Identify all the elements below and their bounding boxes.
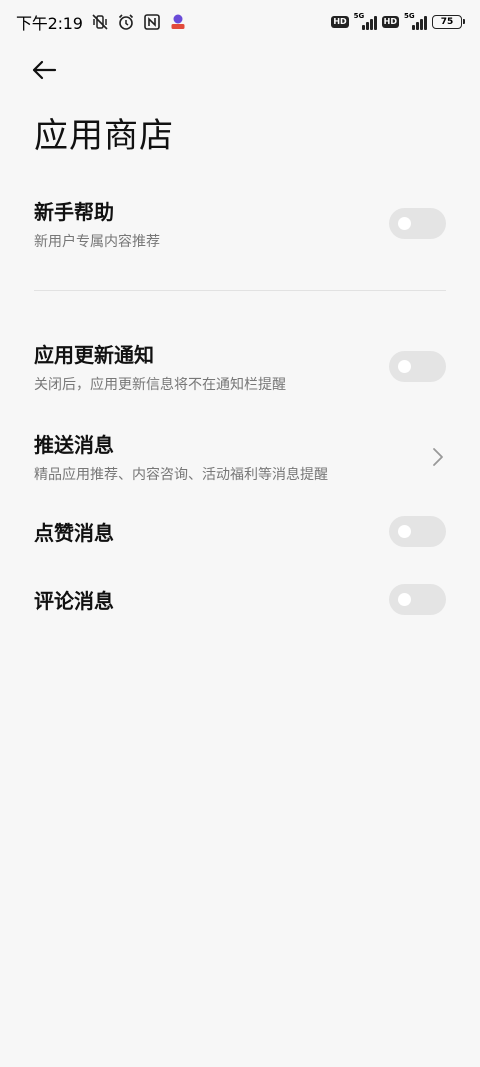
back-button[interactable] xyxy=(28,54,60,86)
status-bar-left: 下午2:19 xyxy=(16,10,187,34)
comment-messages-toggle[interactable] xyxy=(389,584,446,615)
newbie-help-toggle[interactable] xyxy=(389,208,446,239)
setting-row-like-messages[interactable]: 点赞消息 xyxy=(34,516,446,547)
toggle-knob xyxy=(398,593,411,606)
setting-subtitle: 关闭后，应用更新信息将不在通知栏提醒 xyxy=(34,377,286,393)
chevron-right-icon xyxy=(433,447,443,466)
status-time: 下午2:19 xyxy=(16,14,83,33)
toggle-knob xyxy=(398,525,411,538)
setting-title: 点赞消息 xyxy=(34,521,114,545)
setting-text: 应用更新通知 关闭后，应用更新信息将不在通知栏提醒 xyxy=(34,339,286,394)
sim2-network-label: 5G xyxy=(404,12,415,20)
status-bar-right: HD 5G HD 5G 75 xyxy=(331,12,465,30)
update-notice-toggle[interactable] xyxy=(389,351,446,382)
page-title: 应用商店 xyxy=(34,116,174,156)
setting-text: 评论消息 xyxy=(34,585,114,614)
status-bar: 下午2:19 HD 5G HD 5G 75 xyxy=(0,0,480,44)
toggle-knob xyxy=(398,360,411,373)
battery-icon: 75 xyxy=(432,15,465,29)
setting-row-newbie-help[interactable]: 新手帮助 新用户专属内容推荐 xyxy=(34,196,446,251)
sim1-network-label: 5G xyxy=(353,12,365,20)
setting-title: 新手帮助 xyxy=(34,200,114,224)
sim1-signal-icon: 5G xyxy=(353,12,377,30)
setting-row-comment-messages[interactable]: 评论消息 xyxy=(34,584,446,615)
sim1-hd-badge: HD xyxy=(331,16,349,28)
sim2-hd-badge: HD xyxy=(381,16,399,28)
setting-subtitle: 精品应用推荐、内容咨询、活动福利等消息提醒 xyxy=(34,467,328,483)
setting-text: 推送消息 精品应用推荐、内容咨询、活动福利等消息提醒 xyxy=(34,429,328,484)
sim2-signal-icon: 5G xyxy=(404,12,427,30)
setting-row-update-notice[interactable]: 应用更新通知 关闭后，应用更新信息将不在通知栏提醒 xyxy=(34,339,446,394)
nfc-icon xyxy=(143,14,160,30)
section-divider xyxy=(34,290,446,291)
alarm-clock-icon xyxy=(118,14,133,30)
setting-subtitle: 新用户专属内容推荐 xyxy=(34,234,160,250)
back-arrow-icon xyxy=(32,60,57,80)
setting-row-push-messages[interactable]: 推送消息 精品应用推荐、内容咨询、活动福利等消息提醒 xyxy=(34,429,446,484)
mute-vibrate-icon xyxy=(92,14,108,30)
battery-level: 75 xyxy=(440,17,454,27)
setting-title: 推送消息 xyxy=(34,433,114,457)
setting-text: 新手帮助 新用户专属内容推荐 xyxy=(34,196,160,251)
setting-title: 评论消息 xyxy=(34,589,114,613)
like-messages-toggle[interactable] xyxy=(389,516,446,547)
toggle-knob xyxy=(398,217,411,230)
app-notification-icon xyxy=(171,14,185,29)
screen: 下午2:19 HD 5G HD 5G 75 应用商店 新手帮助 新用户专属内容推… xyxy=(0,0,480,1067)
setting-title: 应用更新通知 xyxy=(34,343,154,367)
setting-text: 点赞消息 xyxy=(34,517,114,546)
